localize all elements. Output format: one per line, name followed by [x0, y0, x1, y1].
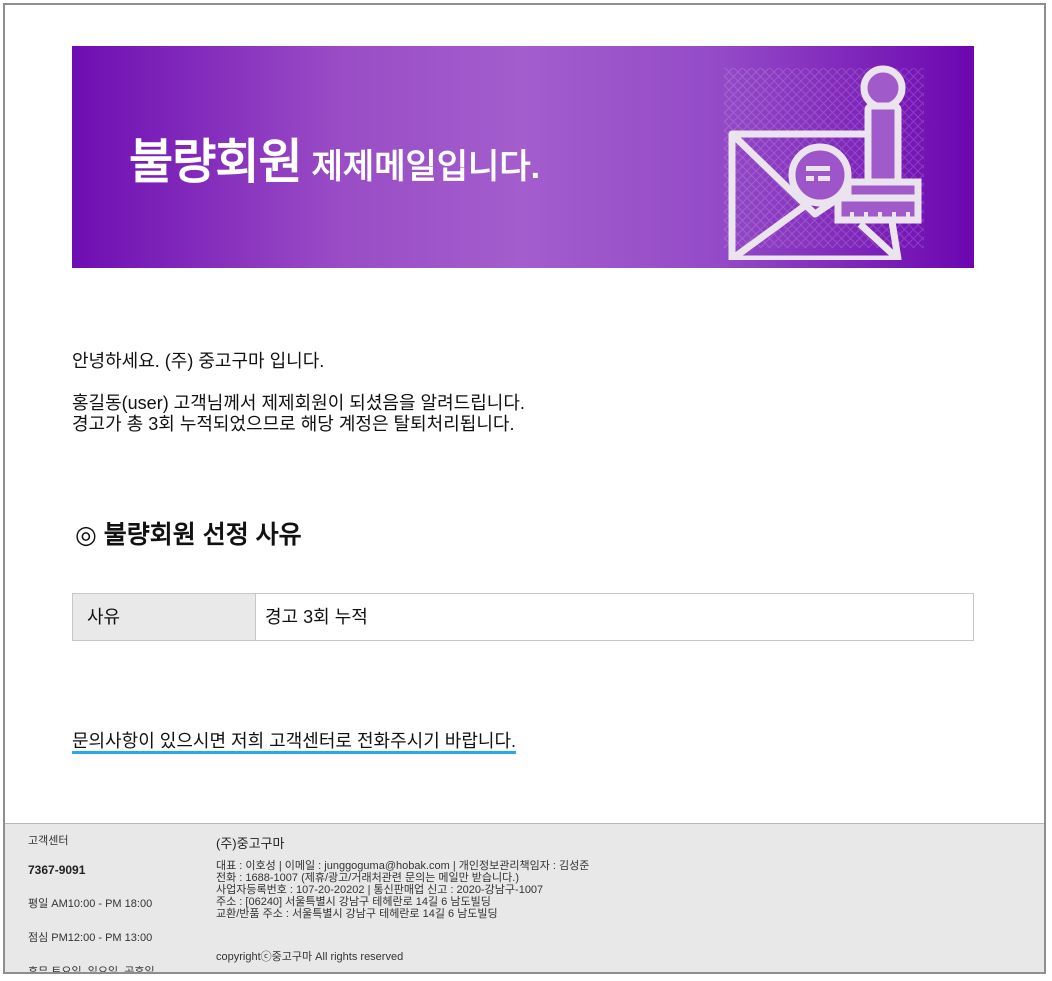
header-banner: 불량회원 제제메일입니다. [72, 46, 974, 268]
section-title: ◎ 불량회원 선정 사유 [75, 521, 302, 549]
footer-info-line-1: 대표 : 이호성 | 이메일 : junggoguma@hobak.com | … [216, 860, 590, 872]
reason-label: 사유 [73, 594, 256, 640]
envelope-stamp-icon [724, 65, 924, 260]
footer-company-name: (주)중고구마 [216, 836, 285, 851]
footer-cs-phone[interactable]: 7367-9091 [28, 863, 85, 877]
footer-info-line-5: 교환/반품 주소 : 서울특별시 강남구 테헤란로 14길 6 남도빌딩 [216, 908, 498, 920]
banner-title: 불량회원 제제메일입니다. [129, 122, 540, 192]
banner-title-strong: 불량회원 [129, 136, 303, 189]
contact-link[interactable]: 문의사항이 있으시면 저희 고객센터로 전화주시기 바랍니다. [72, 731, 517, 754]
footer-weekday-hours: 평일 AM10:00 - PM 18:00 [28, 898, 153, 910]
footer: 고객센터 7367-9091 평일 AM10:00 - PM 18:00 점심 … [5, 823, 1044, 974]
notice-message: 홍길동(user) 고객님께서 제제회원이 되셨음을 알려드립니다. 경고가 총… [72, 393, 525, 435]
footer-lunch-hours: 점심 PM12:00 - PM 13:00 [28, 932, 153, 944]
footer-holidays: 휴무 토요일, 일요일, 공휴일 [28, 966, 155, 974]
notice-line-2: 경고가 총 3회 누적되었으므로 해당 계정은 탈퇴처리됩니다. [72, 414, 515, 434]
footer-info-line-4: 주소 : [06240] 서울특별시 강남구 테헤란로 14길 6 남도빌딩 [216, 896, 491, 908]
reason-value: 경고 3회 누적 [265, 607, 368, 627]
footer-info-line-2: 전화 : 1688-1007 (제휴/광고/거래처관련 문의는 메일만 받습니다… [216, 872, 520, 884]
banner-title-rest: 제제메일입니다. [311, 148, 541, 186]
greeting-text: 안녕하세요. (주) 중고구마 입니다. [72, 351, 325, 371]
reason-table: 사유 경고 3회 누적 [72, 593, 974, 641]
email-frame: 불량회원 제제메일입니다. 안녕하세요. (주) 중고구마 입니다. 홍길동(u… [3, 3, 1046, 974]
footer-info-line-3: 사업자등록번호 : 107-20-20202 | 통신판매업 신고 : 2020… [216, 884, 544, 896]
footer-copyright: copyrightⓒ중고구마 All rights reserved [216, 951, 404, 963]
notice-line-1: 홍길동(user) 고객님께서 제제회원이 되셨음을 알려드립니다. [72, 393, 525, 413]
footer-cs-label: 고객센터 [28, 835, 69, 847]
